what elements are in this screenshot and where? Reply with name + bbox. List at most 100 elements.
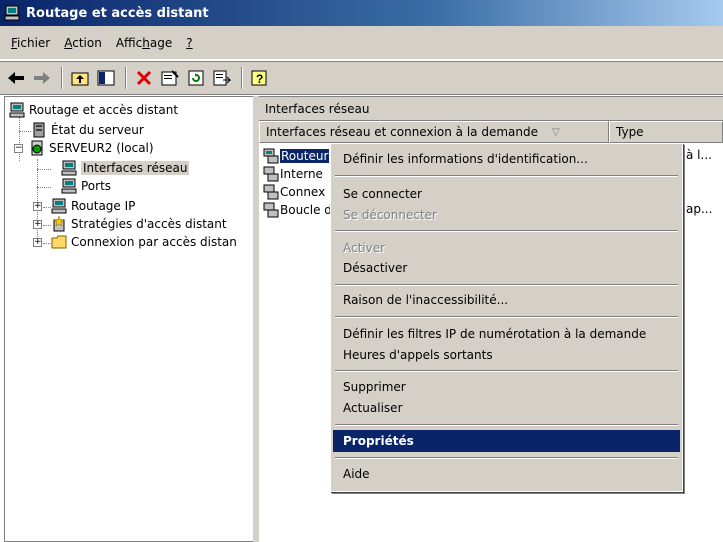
- tree-line: [43, 207, 51, 208]
- policy-icon: [53, 216, 65, 232]
- menu-affichage[interactable]: Affichage: [109, 36, 179, 50]
- show-hide-tree-icon: [97, 70, 115, 86]
- window-title: Routage et accès distant: [26, 5, 209, 21]
- menu-bar: Fichier Action Affichage ?: [0, 26, 723, 60]
- tree-line: [37, 187, 51, 188]
- refresh-icon: [188, 70, 204, 86]
- menu-item-properties[interactable]: Propriétés: [333, 430, 680, 452]
- details-pane-title: Interfaces réseau: [259, 97, 723, 121]
- help-button[interactable]: ?: [248, 66, 272, 90]
- collapse-toggle[interactable]: −: [14, 144, 23, 153]
- expand-toggle[interactable]: +: [33, 202, 42, 211]
- menu-separator: [335, 424, 678, 426]
- network-interface-icon: [61, 160, 77, 176]
- up-button[interactable]: [68, 66, 92, 90]
- list-item-name: Interne: [280, 167, 323, 181]
- back-icon: [8, 72, 24, 84]
- ip-routing-icon: [51, 198, 67, 214]
- routing-server-icon: [9, 102, 25, 118]
- list-item-type: à l...: [686, 148, 712, 162]
- menu-item-connect[interactable]: Se connecter: [333, 183, 680, 205]
- tree-item-remote-access-logging[interactable]: Connexion par accès distan: [51, 233, 237, 251]
- toolbar: ?: [0, 61, 723, 95]
- list-item[interactable]: Routeur: [263, 147, 330, 165]
- tree-item-remote-access-policies[interactable]: Stratégies d'accès distant: [51, 215, 227, 233]
- sort-arrow-icon: ▽: [552, 126, 560, 138]
- internal-interface-icon: [263, 166, 279, 182]
- list-item[interactable]: Connex: [263, 183, 325, 201]
- list-item-type: ap...: [686, 202, 713, 216]
- export-list-icon: [213, 70, 231, 86]
- menu-item-dial-filters[interactable]: Définir les filtres IP de numérotation à…: [333, 323, 680, 345]
- menu-item-enable: Activer: [343, 241, 386, 255]
- tree-item-ports[interactable]: Ports: [61, 177, 111, 195]
- list-item-name: Routeur: [280, 149, 330, 163]
- column-header-type[interactable]: Type: [609, 121, 723, 143]
- menu-item-help[interactable]: Aide: [333, 463, 680, 485]
- help-icon: ?: [251, 70, 267, 86]
- column-header-name[interactable]: Interfaces réseau et connexion à la dema…: [259, 121, 609, 143]
- column-headers: Interfaces réseau et connexion à la dema…: [259, 121, 723, 143]
- tree-item-label: Stratégies d'accès distant: [71, 217, 227, 231]
- router-interface-icon: [263, 148, 279, 164]
- toolbar-separator: [241, 67, 243, 89]
- menu-separator: [335, 284, 678, 286]
- loopback-interface-icon: [263, 202, 279, 218]
- tree-item-ip-routing[interactable]: Routage IP: [51, 197, 135, 215]
- toolbar-separator: [125, 67, 127, 89]
- menu-item-disconnect: Se déconnecter: [343, 208, 437, 222]
- delete-icon: [136, 70, 152, 86]
- list-item-name: Connex: [280, 185, 326, 199]
- up-folder-icon: [71, 72, 89, 86]
- tree-item-label: Connexion par accès distan: [71, 235, 237, 249]
- context-menu: Définir les informations d'identificatio…: [330, 143, 683, 492]
- menu-separator: [335, 316, 678, 318]
- forward-icon: [34, 72, 50, 84]
- tree-item-server[interactable]: SERVEUR2 (local): [29, 139, 154, 157]
- refresh-button[interactable]: [184, 66, 208, 90]
- server-local-icon: [31, 140, 43, 156]
- tree-line: [19, 117, 20, 161]
- pane-title-text: Interfaces réseau: [265, 101, 370, 116]
- list-item[interactable]: Boucle d: [263, 201, 332, 219]
- forward-button[interactable]: [30, 66, 54, 90]
- tree-item-label: Routage IP: [71, 199, 136, 213]
- delete-button[interactable]: [132, 66, 156, 90]
- menu-separator: [335, 230, 678, 232]
- tree-item-label: Interfaces réseau: [81, 161, 190, 175]
- tree-item-root[interactable]: Routage et accès distant: [9, 101, 178, 119]
- menu-item-set-credentials[interactable]: Définir les informations d'identificatio…: [333, 148, 680, 170]
- list-item[interactable]: Interne: [263, 165, 323, 183]
- menu-fichier[interactable]: Fichier: [4, 36, 57, 50]
- tree-item-label: Ports: [81, 179, 112, 193]
- tree-item-label: Routage et accès distant: [29, 103, 179, 117]
- properties-button[interactable]: [158, 66, 182, 90]
- tree-line: [19, 131, 31, 132]
- menu-separator: [335, 457, 678, 459]
- menu-item-disable[interactable]: Désactiver: [333, 257, 680, 279]
- tree-item-server-status[interactable]: État du serveur: [31, 121, 144, 139]
- tree-item-interfaces[interactable]: Interfaces réseau: [61, 159, 190, 177]
- title-bar: Routage et accès distant: [0, 0, 723, 26]
- menu-item-unreachability-reason[interactable]: Raison de l'inaccessibilité...: [333, 289, 680, 311]
- expand-toggle[interactable]: +: [33, 220, 42, 229]
- toolbar-separator: [61, 67, 63, 89]
- list-item-name: Boucle d: [280, 203, 332, 217]
- connection-interface-icon: [263, 184, 279, 200]
- export-list-button[interactable]: [210, 66, 234, 90]
- server-status-icon: [33, 122, 45, 138]
- console-tree: Routage et accès distant État du serveur…: [4, 96, 257, 542]
- ports-icon: [61, 178, 77, 194]
- menu-separator: [335, 175, 678, 177]
- back-button[interactable]: [4, 66, 28, 90]
- tree-item-label: État du serveur: [51, 123, 144, 137]
- tree-line: [37, 169, 51, 170]
- menu-item-refresh[interactable]: Actualiser: [333, 397, 680, 419]
- menu-action[interactable]: Action: [57, 36, 109, 50]
- menu-help[interactable]: ?: [179, 36, 199, 50]
- menu-item-dial-out-hours[interactable]: Heures d'appels sortants: [333, 344, 680, 366]
- expand-toggle[interactable]: +: [33, 238, 42, 247]
- menu-item-delete[interactable]: Supprimer: [333, 376, 680, 398]
- properties-icon: [161, 70, 179, 86]
- show-hide-tree-button[interactable]: [94, 66, 118, 90]
